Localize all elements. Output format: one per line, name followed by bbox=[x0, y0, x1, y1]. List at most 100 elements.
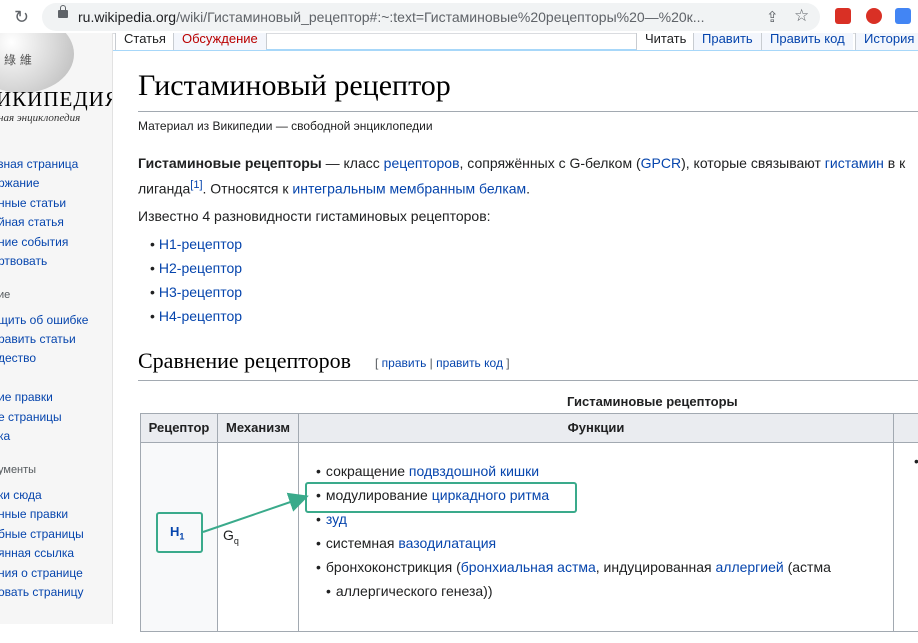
function-link[interactable]: аллергией bbox=[715, 559, 783, 575]
function-text: сокращение bbox=[325, 463, 409, 479]
bookmark-star-icon[interactable]: ☆ bbox=[794, 6, 809, 26]
sidebar-item-main-page[interactable]: зная страница bbox=[0, 157, 78, 171]
table-cell-mechanism: Gq bbox=[217, 442, 299, 632]
sidebar-item-new-pages[interactable]: е страницы bbox=[0, 410, 62, 424]
section-edit-link[interactable]: править bbox=[382, 356, 427, 370]
wikipedia-tagline: ная энциклопедия bbox=[0, 112, 81, 124]
url-host: ru.wikipedia.org bbox=[78, 9, 177, 25]
intro-paragraph-line1: Гистаминовые рецепторы — класс рецепторо… bbox=[138, 152, 905, 174]
table-header-functions: Функции bbox=[298, 413, 894, 443]
page-title: Гистаминовый рецептор bbox=[138, 69, 451, 102]
sidebar-item-random[interactable]: йная статья bbox=[0, 215, 64, 229]
tab-talk[interactable]: Обсуждение bbox=[173, 32, 267, 50]
article-content: Гистаминовый рецептор Материал из Википе… bbox=[113, 50, 918, 632]
function-link[interactable]: подвздошной кишки bbox=[409, 463, 539, 479]
section-heading: Сравнение рецепторов bbox=[138, 348, 351, 373]
sidebar-item-current-events[interactable]: ние события bbox=[0, 235, 68, 249]
sidebar-item-help[interactable]: ка bbox=[0, 429, 10, 443]
intro-text: . Относятся к bbox=[202, 180, 293, 197]
tab-history[interactable]: История bbox=[855, 32, 918, 50]
sidebar-heading-participate: ие bbox=[0, 289, 11, 301]
sidebar-item-how-to-edit[interactable]: равить статьи bbox=[0, 332, 76, 346]
function-text: системная bbox=[325, 535, 399, 551]
sidebar-item-donate[interactable]: ртвовать bbox=[0, 254, 47, 268]
browser-toolbar: ↻ ru.wikipedia.org/wiki/Гистаминовый_рец… bbox=[0, 0, 918, 34]
sidebar-item-related-changes[interactable]: нные правки bbox=[0, 507, 68, 521]
table-caption: Гистаминовые рецепторы bbox=[567, 394, 738, 409]
tab-article[interactable]: Статья bbox=[115, 32, 174, 50]
function-text: , индуцированная bbox=[595, 559, 716, 575]
mechanism-value: Gq bbox=[223, 527, 239, 546]
sidebar-item-permanent-link[interactable]: янная ссылка bbox=[0, 546, 74, 560]
sidebar-item-page-info[interactable]: ния о странице bbox=[0, 566, 83, 580]
intro-text: . bbox=[526, 180, 531, 197]
intro-text: , сопряжённых с G-белком ( bbox=[459, 155, 641, 171]
reference-link[interactable]: [1] bbox=[190, 179, 202, 191]
function-link[interactable]: бронхиальная астма bbox=[461, 559, 596, 575]
reload-icon[interactable]: ↻ bbox=[14, 7, 29, 28]
globe-glyph: 綠 維 bbox=[4, 53, 32, 67]
sidebar-item-contents[interactable]: ржание bbox=[0, 176, 39, 190]
intro-text: ), которые связывают bbox=[681, 155, 825, 171]
list-item-h3-receptor[interactable]: H3-рецептор bbox=[150, 284, 242, 300]
list-item-h4-receptor[interactable]: H4-рецептор bbox=[150, 308, 242, 324]
sidebar-item-report-error[interactable]: щить об ошибке bbox=[0, 313, 88, 327]
sidebar-item-recent-changes[interactable]: ие правки bbox=[0, 390, 53, 404]
list-item-h1-receptor[interactable]: H1-рецептор bbox=[150, 236, 242, 252]
address-bar[interactable]: ru.wikipedia.org/wiki/Гистаминовый_рецеп… bbox=[42, 3, 820, 31]
section-edit-links: [ править | править код ] bbox=[375, 356, 510, 370]
tab-edit[interactable]: Править bbox=[693, 32, 761, 50]
highlight-box-receptor bbox=[156, 512, 203, 553]
site-subtitle: Материал из Википедии — свободной энцикл… bbox=[138, 119, 433, 133]
sidebar-item-featured[interactable]: нные статьи bbox=[0, 196, 66, 210]
translate-extension-icon[interactable] bbox=[895, 8, 911, 24]
sidebar-heading-tools: ументы bbox=[0, 464, 37, 476]
tab-read[interactable]: Читать bbox=[636, 32, 695, 50]
sidebar-item-cite-page[interactable]: овать страницу bbox=[0, 585, 83, 599]
function-item: бронхоконстрикция (бронхиальная астма, и… bbox=[316, 559, 831, 575]
sidebar-item-community[interactable]: дество bbox=[0, 351, 36, 365]
section-edit-code-link[interactable]: править код bbox=[436, 356, 503, 370]
function-text: бронхоконстрикция ( bbox=[325, 559, 461, 575]
sidebar: 綠 維 ИКИПЕДИЯ ная энциклопедия зная стран… bbox=[0, 33, 113, 624]
intro-text: — класс bbox=[321, 155, 384, 171]
lock-icon[interactable] bbox=[58, 5, 68, 18]
table-header-mechanism: Механизм bbox=[217, 413, 299, 443]
table-header-receptor: Рецептор bbox=[140, 413, 218, 443]
sidebar-item-forum[interactable]: і bbox=[0, 371, 1, 385]
table-header-extra bbox=[893, 413, 918, 443]
list-item-h2-receptor[interactable]: H2-рецептор bbox=[150, 260, 242, 276]
function-item: сокращение подвздошной кишки bbox=[316, 463, 539, 479]
sidebar-item-what-links-here[interactable]: ки сюда bbox=[0, 488, 42, 502]
link-histamine[interactable]: гистамин bbox=[825, 155, 884, 171]
intro-paragraph-line2: лиганда[1]. Относятся к интегральным мем… bbox=[138, 174, 530, 200]
receptor-table: Рецептор Механизм Функции H1 Gq • bbox=[140, 413, 918, 643]
tab-edit-code[interactable]: Править код bbox=[761, 32, 853, 50]
function-item: зуд bbox=[316, 511, 347, 527]
function-link[interactable]: зуд bbox=[326, 511, 347, 527]
mechanism-subscript: q bbox=[233, 535, 239, 546]
function-link[interactable]: вазодилатация bbox=[398, 535, 496, 551]
bullet: • bbox=[914, 453, 918, 469]
link-receptors[interactable]: рецепторов bbox=[384, 155, 460, 171]
url-path: /wiki/Гистаминовый_рецептор#:~:text=Гист… bbox=[176, 9, 705, 25]
mechanism-symbol: G bbox=[223, 527, 234, 543]
wikipedia-globe-logo[interactable]: 綠 維 bbox=[0, 33, 74, 93]
link-gpcr[interactable]: GPCR bbox=[641, 155, 681, 171]
highlight-box-function bbox=[305, 482, 577, 513]
adblock-extension-icon[interactable] bbox=[866, 8, 882, 24]
variety-paragraph: Известно 4 разновидности гистаминовых ре… bbox=[138, 208, 491, 224]
extension-icon[interactable] bbox=[835, 8, 851, 24]
url-text[interactable]: ru.wikipedia.org/wiki/Гистаминовый_рецеп… bbox=[78, 9, 758, 25]
share-icon[interactable]: ⇪ bbox=[766, 8, 779, 26]
table-cell-extra: • bbox=[893, 442, 918, 632]
intro-text: лиганда bbox=[138, 180, 191, 197]
wikipedia-wordmark[interactable]: ИКИПЕДИЯ bbox=[0, 87, 112, 112]
sidebar-item-special-pages[interactable]: бные страницы bbox=[0, 527, 84, 541]
function-item-continuation: аллергического генеза)) bbox=[316, 583, 493, 599]
title-divider bbox=[138, 111, 918, 112]
function-text: (астма bbox=[783, 559, 831, 575]
section-divider bbox=[138, 380, 918, 381]
link-integral-membrane-proteins[interactable]: интегральным мембранным белкам bbox=[292, 181, 526, 197]
intro-text: в к bbox=[883, 155, 906, 171]
